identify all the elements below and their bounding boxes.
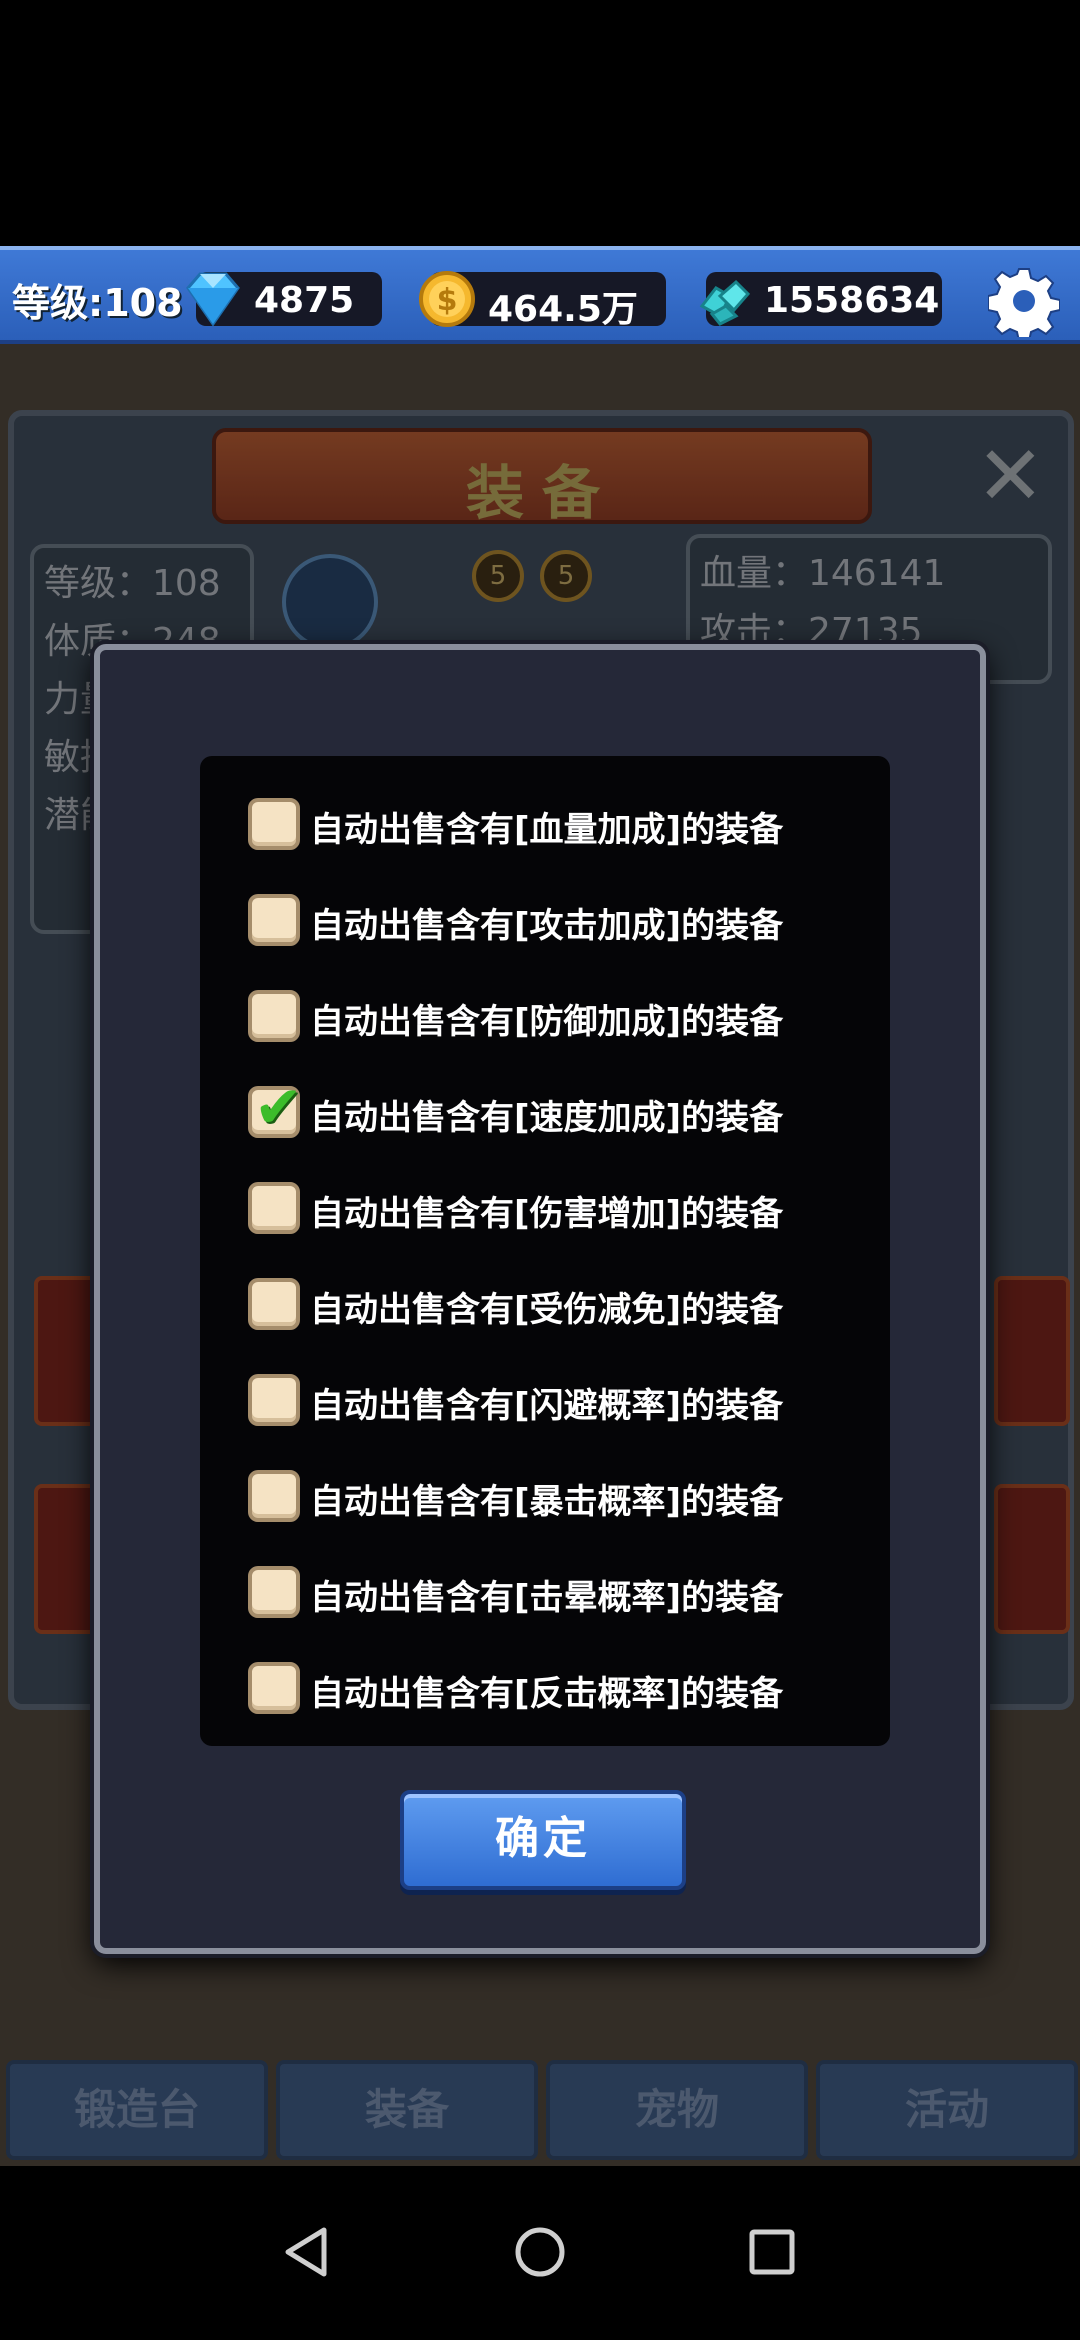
diamond-counter: 4875: [186, 272, 382, 327]
gem-counter: 1558634: [699, 272, 942, 326]
gem-count: 1558634: [764, 280, 940, 321]
option-damage-reduction[interactable]: 自动出售含有[受伤减免]的装备: [248, 1272, 868, 1332]
checkbox[interactable]: [248, 1470, 300, 1522]
option-stun-chance[interactable]: 自动出售含有[击晕概率]的装备: [248, 1560, 868, 1620]
option-crit-chance[interactable]: 自动出售含有[暴击概率]的装备: [248, 1464, 868, 1524]
checkbox[interactable]: [248, 990, 300, 1042]
diamond-count: 4875: [254, 280, 355, 321]
top-status-bar: 等级:108 4875 $ 464.5万 1558634: [0, 246, 1080, 344]
option-label: 自动出售含有[闪避概率]的装备: [310, 1386, 784, 1426]
home-icon[interactable]: [512, 2224, 568, 2280]
option-label: 自动出售含有[受伤减免]的装备: [310, 1290, 784, 1330]
option-label: 自动出售含有[速度加成]的装备: [310, 1098, 784, 1138]
option-label: 自动出售含有[血量加成]的装备: [310, 810, 784, 850]
confirm-button[interactable]: 确定: [400, 1790, 686, 1890]
option-counter-chance[interactable]: 自动出售含有[反击概率]的装备: [248, 1656, 868, 1716]
option-hp-bonus[interactable]: 自动出售含有[血量加成]的装备: [248, 792, 868, 852]
back-icon[interactable]: [280, 2224, 336, 2280]
settings-gear-icon[interactable]: [988, 265, 1060, 337]
gold-count: 464.5万: [488, 289, 638, 330]
option-label: 自动出售含有[反击概率]的装备: [310, 1674, 784, 1714]
gold-coin-icon: $: [419, 271, 475, 327]
option-label: 自动出售含有[暴击概率]的装备: [310, 1482, 784, 1522]
checkbox[interactable]: [248, 1182, 300, 1234]
option-dodge-chance[interactable]: 自动出售含有[闪避概率]的装备: [248, 1368, 868, 1428]
option-attack-bonus[interactable]: 自动出售含有[攻击加成]的装备: [248, 888, 868, 948]
option-label: 自动出售含有[击晕概率]的装备: [310, 1578, 784, 1618]
option-speed-bonus[interactable]: ✔ 自动出售含有[速度加成]的装备: [248, 1078, 868, 1140]
checkmark-icon: ✔: [254, 1073, 303, 1141]
checkbox-checked[interactable]: ✔: [248, 1078, 303, 1138]
checkbox[interactable]: [248, 1566, 300, 1618]
crystal-gems-icon: [699, 279, 751, 326]
checkbox[interactable]: [248, 1662, 300, 1714]
option-label: 自动出售含有[防御加成]的装备: [310, 1002, 784, 1042]
option-damage-increase[interactable]: 自动出售含有[伤害增加]的装备: [248, 1176, 868, 1236]
checkbox[interactable]: [248, 894, 300, 946]
checkbox[interactable]: [248, 798, 300, 850]
svg-text:$: $: [437, 283, 458, 318]
recents-icon[interactable]: [744, 2224, 800, 2280]
gold-counter: $ 464.5万: [419, 271, 666, 330]
auto-sell-options-list: 自动出售含有[血量加成]的装备 自动出售含有[攻击加成]的装备 自动出售含有[防…: [200, 756, 890, 1746]
option-defense-bonus[interactable]: 自动出售含有[防御加成]的装备: [248, 984, 868, 1044]
diamond-icon: [186, 272, 240, 327]
checkbox[interactable]: [248, 1278, 300, 1330]
auto-sell-settings-dialog: 自动出售含有[血量加成]的装备 自动出售含有[攻击加成]的装备 自动出售含有[防…: [94, 644, 986, 1954]
option-label: 自动出售含有[攻击加成]的装备: [310, 906, 784, 946]
system-navigation-bar: [0, 2166, 1080, 2340]
checkbox[interactable]: [248, 1374, 300, 1426]
option-label: 自动出售含有[伤害增加]的装备: [310, 1194, 784, 1234]
player-level: 等级:108: [12, 281, 183, 325]
